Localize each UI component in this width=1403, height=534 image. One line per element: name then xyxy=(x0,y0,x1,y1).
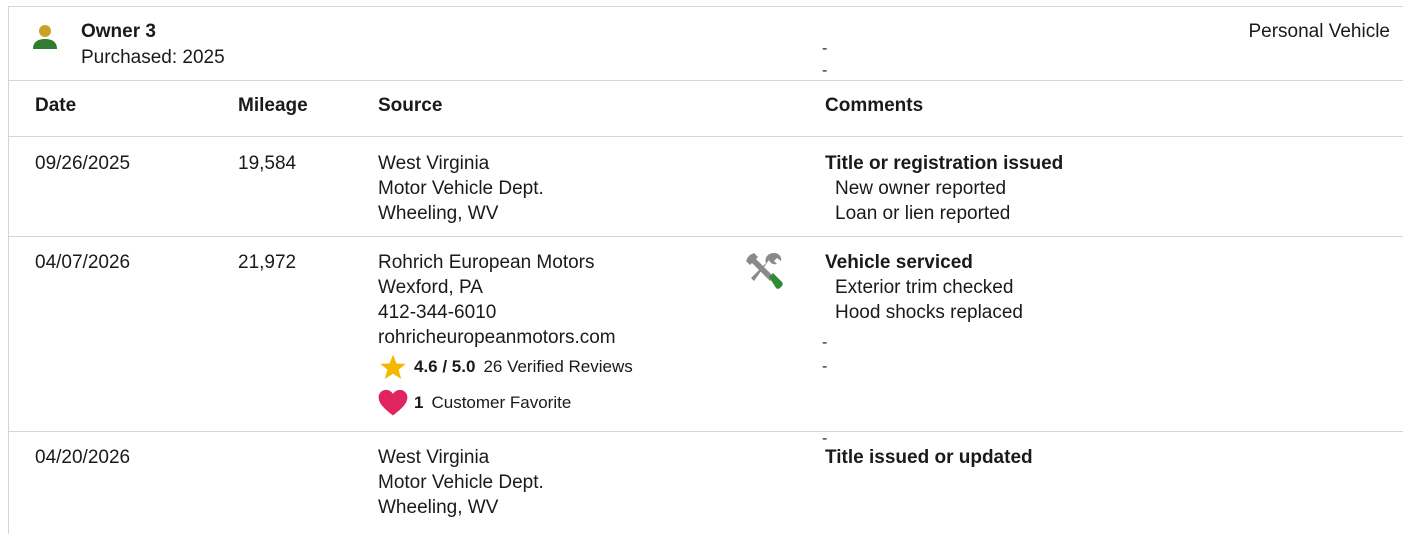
row-source: Rohrich European Motors Wexford, PA 412-… xyxy=(378,250,616,350)
favorite-row[interactable]: 1 Customer Favorite xyxy=(378,389,571,417)
row-mileage: 21,972 xyxy=(238,252,297,273)
placeholder-dash: - xyxy=(822,62,828,79)
favorite-count: 1 xyxy=(414,393,424,412)
shop-location: Wexford, PA xyxy=(378,277,483,298)
shop-name: Rohrich European Motors xyxy=(378,252,595,273)
source-line: West Virginia xyxy=(378,447,490,468)
vehicle-history-panel: Owner 3 Purchased: 2025 Personal Vehicle… xyxy=(8,6,1403,534)
column-header-source: Source xyxy=(378,95,443,116)
person-icon xyxy=(33,25,57,49)
rating-value: 4.6 / 5.0 xyxy=(414,357,476,376)
divider xyxy=(9,136,1403,137)
row-date: 04/20/2026 xyxy=(35,447,131,468)
comment-title: Vehicle serviced xyxy=(825,252,973,273)
row-source: West Virginia Motor Vehicle Dept. Wheeli… xyxy=(378,151,544,226)
placeholder-dash: - xyxy=(822,40,828,57)
row-comments: Title or registration issued New owner r… xyxy=(825,151,1063,226)
star-icon xyxy=(378,353,408,381)
row-mileage: 19,584 xyxy=(238,153,297,174)
wrench-screwdriver-icon xyxy=(746,253,783,289)
rating-row[interactable]: 4.6 / 5.0 26 Verified Reviews xyxy=(378,353,633,381)
comment-title: Title issued or updated xyxy=(825,447,1033,468)
divider xyxy=(9,80,1403,81)
vehicle-type-label: Personal Vehicle xyxy=(1248,21,1390,42)
divider xyxy=(9,236,1403,237)
source-line: Wheeling, WV xyxy=(378,497,499,518)
comment-item: Loan or lien reported xyxy=(835,203,1011,224)
heart-icon xyxy=(378,389,408,417)
column-header-mileage: Mileage xyxy=(238,95,308,116)
source-line: Wheeling, WV xyxy=(378,203,499,224)
favorite-label: Customer Favorite xyxy=(431,393,572,412)
placeholder-dash: - xyxy=(822,358,828,375)
row-comments: Vehicle serviced Exterior trim checked H… xyxy=(825,250,1023,325)
row-date: 04/07/2026 xyxy=(35,252,131,273)
source-line: Motor Vehicle Dept. xyxy=(378,472,544,493)
owner-purchased-year: Purchased: 2025 xyxy=(81,47,225,68)
comment-item: Exterior trim checked xyxy=(835,277,1014,298)
placeholder-dash: - xyxy=(822,334,828,351)
owner-name: Owner 3 xyxy=(81,21,156,42)
row-comments: Title issued or updated xyxy=(825,445,1033,470)
source-line: West Virginia xyxy=(378,153,490,174)
source-line: Motor Vehicle Dept. xyxy=(378,178,544,199)
reviews-count: 26 Verified Reviews xyxy=(483,357,633,376)
row-source: West Virginia Motor Vehicle Dept. Wheeli… xyxy=(378,445,544,520)
row-date: 09/26/2025 xyxy=(35,153,131,174)
shop-phone[interactable]: 412-344-6010 xyxy=(378,300,616,325)
divider xyxy=(9,431,1403,432)
owner-header: Owner 3 Purchased: 2025 Personal Vehicle… xyxy=(9,7,1403,80)
column-header-comments: Comments xyxy=(825,95,924,116)
shop-website-link[interactable]: rohricheuropeanmotors.com xyxy=(378,325,616,350)
comment-item: New owner reported xyxy=(835,178,1007,199)
comment-title: Title or registration issued xyxy=(825,153,1064,174)
comment-item: Hood shocks replaced xyxy=(835,302,1023,323)
column-header-date: Date xyxy=(35,95,77,116)
